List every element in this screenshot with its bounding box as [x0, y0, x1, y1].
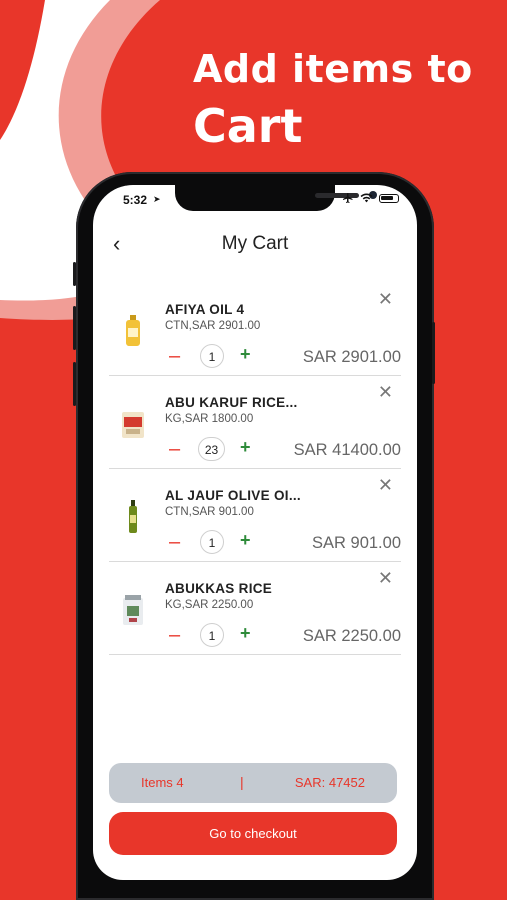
decrease-quantity-minus-icon[interactable]: –: [169, 532, 180, 552]
cart-item: AFIYA OIL 4 CTN,SAR 2901.00 ✕ – 1 + SAR …: [109, 282, 401, 376]
phone-screen: 5:32 ➤ ‹ My Cart AFIYA OIL 4 CTN,SAR 290…: [93, 185, 417, 880]
item-total-price: SAR 2901.00: [302, 348, 401, 366]
increase-quantity-plus-icon[interactable]: +: [240, 530, 251, 550]
cart-item: ABU KARUF RICE... KG,SAR 1800.00 ✕ – 23 …: [109, 375, 401, 469]
rice-sack-image: [123, 595, 143, 625]
item-name: ABUKKAS RICE: [165, 581, 273, 596]
rice-bag-image: [122, 412, 144, 438]
checkout-button[interactable]: Go to checkout: [109, 812, 397, 855]
remove-item-close-icon[interactable]: ✕: [378, 289, 393, 310]
item-name: AFIYA OIL 4: [165, 302, 245, 317]
decrease-quantity-minus-icon[interactable]: –: [169, 439, 180, 459]
phone-power-button: [432, 322, 435, 384]
phone-volume-down-button: [73, 362, 76, 406]
quantity-value[interactable]: 23: [198, 437, 225, 461]
item-unit-price: CTN,SAR 901.00: [165, 506, 254, 518]
status-icons: [342, 192, 399, 204]
increase-quantity-plus-icon[interactable]: +: [240, 623, 251, 643]
increase-quantity-plus-icon[interactable]: +: [240, 344, 251, 364]
increase-quantity-plus-icon[interactable]: +: [240, 437, 251, 457]
location-arrow-icon: ➤: [153, 194, 161, 204]
quantity-value[interactable]: 1: [200, 344, 224, 368]
item-total-price: SAR 901.00: [312, 534, 401, 552]
cart-item: ABUKKAS RICE KG,SAR 2250.00 ✕ – 1 + SAR …: [109, 561, 401, 655]
cart-total: SAR: 47452: [294, 775, 365, 790]
phone-side-button: [73, 262, 76, 286]
item-unit-price: KG,SAR 2250.00: [165, 599, 254, 611]
item-total-price: SAR 2250.00: [302, 627, 401, 645]
decrease-quantity-minus-icon[interactable]: –: [169, 346, 180, 366]
remove-item-close-icon[interactable]: ✕: [378, 382, 393, 403]
wifi-icon: [360, 193, 373, 203]
remove-item-close-icon[interactable]: ✕: [378, 568, 393, 589]
cart-item: AL JAUF OLIVE OI... CTN,SAR 901.00 ✕ – 1…: [109, 468, 401, 562]
quantity-value[interactable]: 1: [200, 623, 224, 647]
item-unit-price: CTN,SAR 2901.00: [165, 320, 261, 332]
items-count: Items 4: [141, 775, 184, 790]
item-name: AL JAUF OLIVE OI...: [165, 488, 301, 503]
oil-bottle-image: [126, 315, 140, 346]
remove-item-close-icon[interactable]: ✕: [378, 475, 393, 496]
item-unit-price: KG,SAR 1800.00: [165, 413, 254, 425]
status-time: 5:32: [123, 193, 148, 207]
promo-line-1: Add items to: [193, 47, 473, 91]
olive-oil-bottle-image: [129, 500, 137, 533]
battery-icon: [379, 193, 399, 203]
promo-heading: Add items to Cart: [193, 44, 473, 154]
airplane-mode-icon: [343, 193, 353, 203]
promo-line-2: Cart: [193, 99, 303, 153]
phone-notch: [175, 185, 377, 211]
page-title: My Cart: [221, 233, 289, 254]
item-total-price: SAR 41400.00: [293, 441, 401, 459]
nav-bar: ‹ My Cart: [93, 231, 417, 261]
quantity-value[interactable]: 1: [200, 530, 224, 554]
cart-summary-bar: Items 4 | SAR: 47452: [109, 763, 397, 803]
summary-separator: |: [240, 774, 244, 790]
phone-volume-up-button: [73, 306, 76, 350]
item-name: ABU KARUF RICE...: [165, 395, 298, 410]
decrease-quantity-minus-icon[interactable]: –: [169, 625, 180, 645]
